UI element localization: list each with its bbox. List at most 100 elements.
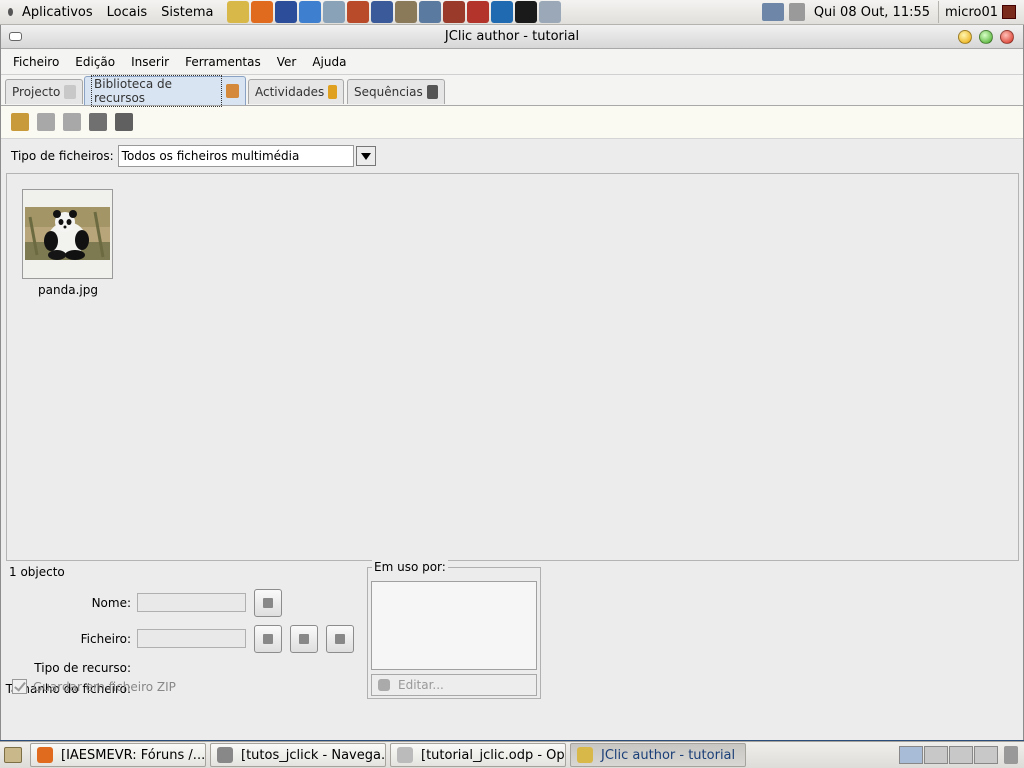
screenshot-icon[interactable] — [323, 1, 346, 23]
gimp-icon[interactable] — [395, 1, 418, 23]
show-desktop-icon[interactable] — [4, 747, 22, 763]
delete-icon[interactable] — [63, 113, 81, 131]
edit-label: Editar... — [398, 678, 444, 692]
file-field[interactable] — [137, 629, 246, 648]
refresh-file-button[interactable] — [326, 625, 354, 653]
tool-icon[interactable] — [347, 1, 370, 23]
menu-ajuda[interactable]: Ajuda — [304, 55, 354, 69]
zip-checkbox[interactable] — [12, 679, 27, 694]
top-panel: Aplicativos Locais Sistema Qui 08 Out, 1… — [0, 0, 1024, 25]
name-field[interactable] — [137, 593, 246, 612]
gnome-foot-icon — [6, 6, 16, 18]
project-icon — [64, 85, 76, 99]
zip-label: Guardar em ficheiro ZIP — [33, 679, 176, 694]
name-label: Nome: — [91, 596, 131, 610]
task-label: [tutos_jclick - Navega... — [241, 747, 386, 763]
network-icon[interactable] — [761, 3, 784, 21]
activities-icon — [328, 85, 337, 99]
pen-icon[interactable] — [419, 1, 442, 23]
usage-list[interactable] — [371, 581, 537, 670]
panel-tray: Qui 08 Out, 11:55 micro01 — [761, 0, 1024, 25]
editor-icon[interactable] — [539, 1, 562, 23]
menu-aplicativos[interactable]: Aplicativos — [22, 5, 93, 20]
menu-ver[interactable]: Ver — [269, 55, 305, 69]
panel-menus: Aplicativos Locais Sistema — [0, 5, 227, 20]
tab-label: Sequências — [354, 85, 423, 99]
workspace-4[interactable] — [974, 746, 998, 764]
rename-button[interactable] — [254, 589, 282, 617]
menu-ficheiro[interactable]: Ficheiro — [5, 55, 67, 69]
tab-label: Actividades — [255, 85, 325, 99]
user-name[interactable]: micro01 — [945, 5, 998, 20]
library-icon — [225, 84, 239, 98]
chevron-down-icon[interactable] — [355, 146, 376, 166]
terminal-icon[interactable] — [515, 1, 538, 23]
workspace-3[interactable] — [949, 746, 973, 764]
task-label: [tutorial_jclic.odp - Op... — [421, 747, 566, 763]
object-count: 1 objecto — [9, 565, 65, 579]
resource-type-label: Tipo de recurso: — [34, 661, 131, 675]
file-type-label: Tipo de ficheiros: — [11, 149, 114, 163]
volume-icon[interactable] — [788, 3, 805, 21]
jclic-icon — [577, 747, 593, 763]
file-label: Ficheiro: — [80, 632, 131, 646]
resource-library-panel: panda.jpg — [6, 173, 1019, 561]
update-icon[interactable] — [89, 113, 107, 131]
menu-sistema[interactable]: Sistema — [161, 5, 213, 20]
task-jclic[interactable]: JClic author - tutorial — [570, 743, 746, 767]
file-manager-icon — [217, 747, 233, 763]
task-forums[interactable]: [IAESMEVR: Fóruns /... — [30, 743, 206, 767]
task-document[interactable]: [tutorial_jclic.odp - Op... — [390, 743, 566, 767]
paint-icon[interactable] — [371, 1, 394, 23]
firefox-icon[interactable] — [251, 1, 274, 23]
tab-bar: Projecto Biblioteca de recursos Activida… — [1, 75, 1023, 107]
menu-locais[interactable]: Locais — [107, 5, 147, 20]
view-resource-icon[interactable] — [37, 113, 55, 131]
tab-biblioteca[interactable]: Biblioteca de recursos — [84, 75, 246, 107]
impress-icon[interactable] — [467, 1, 490, 23]
thumbnail-frame[interactable] — [22, 189, 113, 279]
thunderbird-icon[interactable] — [275, 1, 298, 23]
window-menu-icon[interactable] — [9, 32, 22, 41]
jclic-icon[interactable] — [227, 1, 250, 23]
tab-projecto[interactable]: Projecto — [5, 79, 83, 104]
copy-icon[interactable] — [115, 113, 133, 131]
save-file-button[interactable] — [290, 625, 318, 653]
calc-icon[interactable] — [443, 1, 466, 23]
menu-edicao[interactable]: Edição — [67, 55, 123, 69]
separator — [938, 1, 940, 23]
edit-button[interactable]: Editar... — [371, 674, 537, 696]
workspace-switcher — [898, 746, 998, 764]
resource-item[interactable]: panda.jpg — [22, 189, 114, 297]
hand-icon — [378, 679, 390, 691]
workspace-1[interactable] — [899, 746, 923, 764]
minimize-button[interactable] — [958, 30, 972, 44]
task-label: [IAESMEVR: Fóruns /... — [61, 747, 206, 763]
workspace-2[interactable] — [924, 746, 948, 764]
ie-icon[interactable] — [299, 1, 322, 23]
taskbar: [IAESMEVR: Fóruns /... [tutos_jclick - N… — [0, 741, 1024, 768]
usage-group: Em uso por: Editar... — [367, 560, 541, 699]
firefox-icon — [37, 747, 53, 763]
tab-sequencias[interactable]: Sequências — [347, 79, 445, 104]
task-file-manager[interactable]: [tutos_jclick - Navega... — [210, 743, 386, 767]
zip-option: Guardar em ficheiro ZIP — [12, 679, 176, 694]
title-bar[interactable]: JClic author - tutorial — [1, 25, 1023, 49]
launcher-bar — [227, 1, 563, 23]
usage-legend: Em uso por: — [372, 560, 448, 574]
menu-ferramentas[interactable]: Ferramentas — [177, 55, 269, 69]
panda-thumbnail — [25, 207, 110, 260]
menu-inserir[interactable]: Inserir — [123, 55, 177, 69]
browser-icon[interactable] — [491, 1, 514, 23]
open-folder-button[interactable] — [254, 625, 282, 653]
clock[interactable]: Qui 08 Out, 11:55 — [814, 5, 930, 20]
add-resource-icon[interactable] — [11, 113, 29, 131]
logout-icon[interactable] — [1002, 5, 1016, 19]
trash-icon[interactable] — [1004, 746, 1018, 764]
tab-label: Biblioteca de recursos — [91, 75, 222, 107]
tab-actividades[interactable]: Actividades — [248, 79, 344, 104]
maximize-button[interactable] — [979, 30, 993, 44]
file-type-select[interactable]: Todos os ficheiros multimédia — [117, 145, 354, 167]
file-type-filter: Tipo de ficheiros: Todos os ficheiros mu… — [1, 139, 1023, 173]
close-button[interactable] — [1000, 30, 1014, 44]
